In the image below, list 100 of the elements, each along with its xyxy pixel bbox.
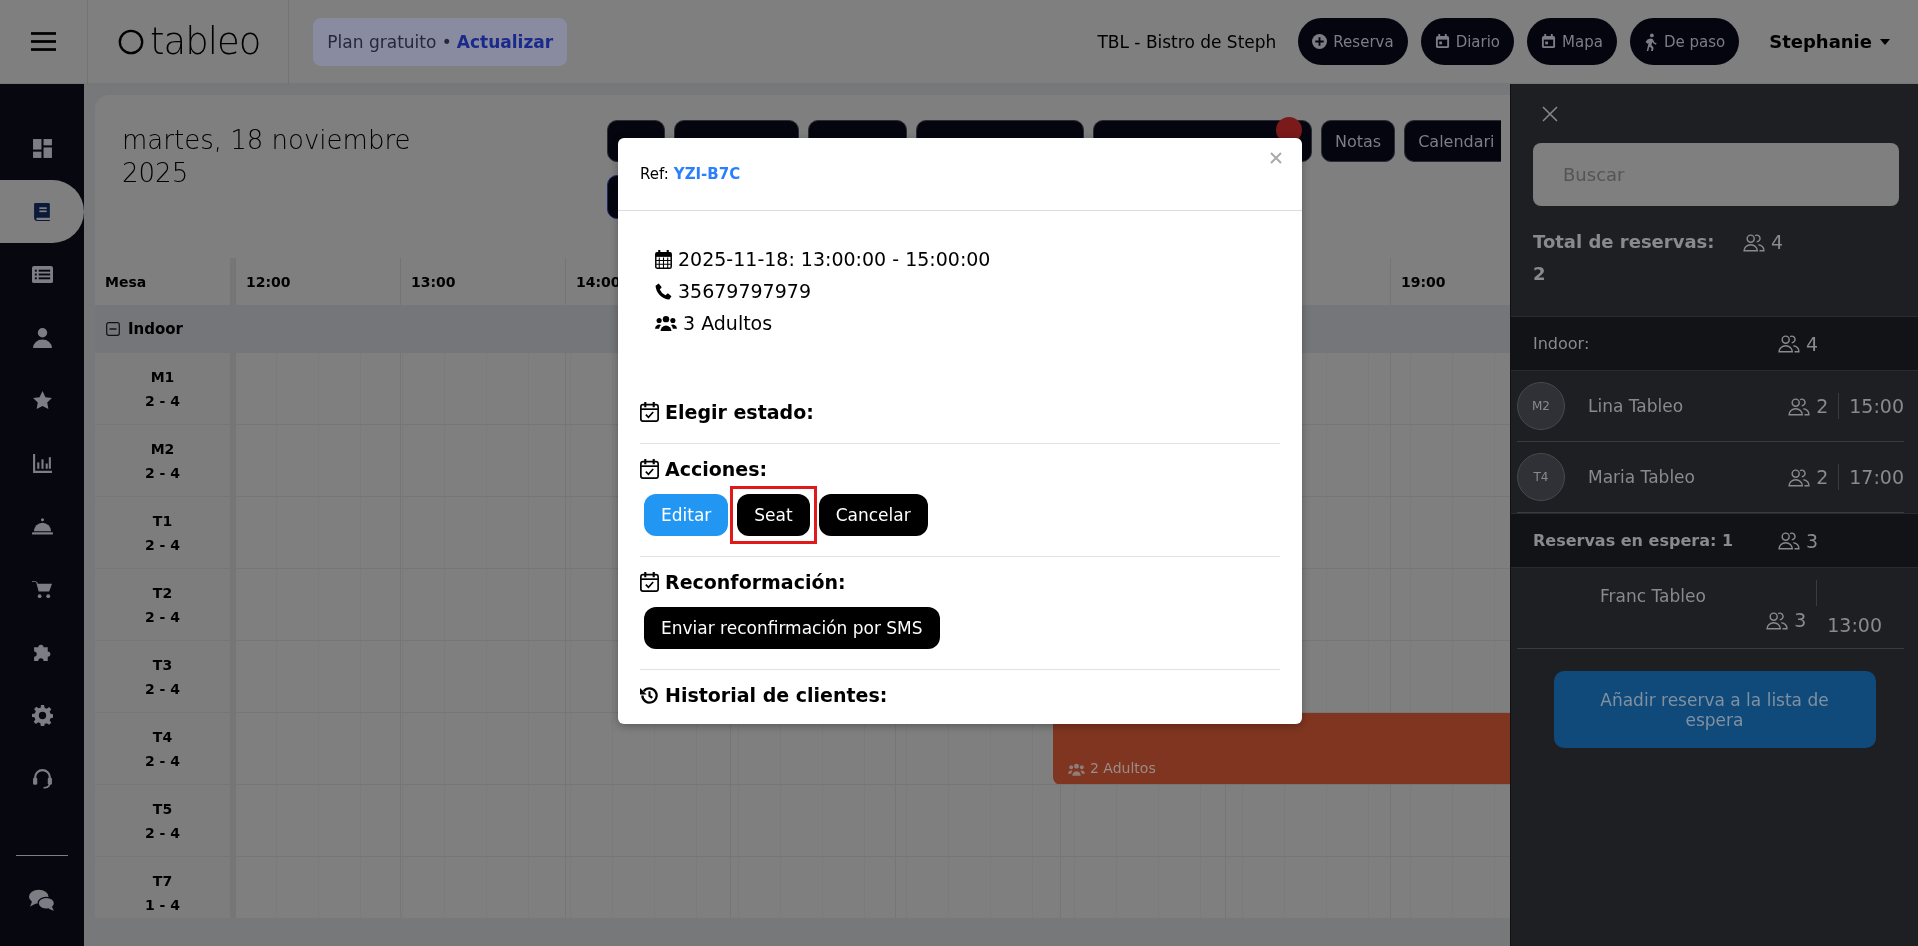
table-name: T5 — [152, 799, 173, 819]
party-size: 2 Adultos — [1090, 760, 1156, 776]
calendar-check-icon — [640, 572, 659, 592]
close-icon — [1542, 106, 1558, 122]
user-menu[interactable]: Stephanie — [1769, 31, 1890, 52]
guest-count: 4 — [1771, 231, 1784, 253]
plan-text: Plan gratuito • — [327, 31, 452, 52]
header-button[interactable]: Mapa — [1527, 18, 1617, 65]
users-icon — [1068, 763, 1085, 776]
calendar-icon — [1434, 34, 1450, 49]
hour-label: 12:00 — [246, 273, 291, 290]
guest-name: Maria Tableo — [1588, 467, 1696, 487]
people-icon — [1766, 610, 1789, 630]
caret-icon — [1880, 38, 1890, 45]
column-header: Mesa — [105, 273, 147, 290]
header-button[interactable]: Diario — [1420, 18, 1515, 65]
guest-count: 2 — [1816, 466, 1829, 488]
users-icon — [655, 314, 677, 332]
history-icon — [640, 685, 659, 705]
table-name: M2 — [150, 439, 175, 459]
walking-person-icon — [1643, 32, 1658, 51]
calendar-icon — [1541, 34, 1557, 49]
header-button[interactable]: Reserva — [1298, 18, 1408, 65]
section-title: Elegir estado: — [665, 401, 814, 423]
people-icon — [1788, 467, 1811, 487]
guest-count: 2 — [1816, 395, 1829, 417]
calendar-icon — [655, 249, 672, 269]
reservation-time: 13:00 — [1827, 614, 1882, 636]
guest-count: 4 — [1806, 332, 1819, 355]
logo-ring-icon — [118, 28, 144, 55]
total-reservations: Total de reservas: 2 — [1533, 230, 1716, 286]
reference-code[interactable]: YZI-B7C — [673, 165, 741, 183]
dashboard-icon — [31, 138, 53, 159]
hour-label: 19:00 — [1401, 273, 1446, 290]
people-icon — [1778, 334, 1800, 353]
cart-icon — [31, 579, 53, 600]
group-label[interactable]: Indoor — [128, 319, 183, 338]
people-icon — [1743, 232, 1765, 252]
header-button[interactable]: De paso — [1629, 18, 1740, 65]
table-capacity: 2 - 4 — [144, 679, 180, 699]
table-capacity: 2 - 4 — [144, 607, 180, 627]
reservation-detail: 3 Adultos — [683, 311, 773, 336]
guest-name: Franc Tableo — [1600, 585, 1707, 608]
reservation-time: 15:00 — [1849, 395, 1904, 417]
venue-name: TBL - Bistro de Steph — [1097, 31, 1277, 52]
hour-label: 13:00 — [411, 273, 456, 290]
table-avatar: M2 — [1517, 382, 1565, 430]
table-capacity: 1 - 4 — [144, 895, 180, 915]
menu-icon — [31, 32, 56, 51]
section-title: Reservas en espera: 1 — [1533, 531, 1735, 550]
table-name: T1 — [152, 511, 173, 531]
table-capacity: 2 - 4 — [144, 535, 180, 555]
reservation-time: 17:00 — [1849, 466, 1904, 488]
guest-name: Lina Tableo — [1588, 396, 1685, 416]
puzzle-icon — [31, 642, 53, 663]
reservation-detail: 35679797979 — [678, 279, 811, 304]
table-capacity: 2 - 4 — [144, 751, 180, 771]
action-button[interactable]: Cancelar — [818, 494, 928, 536]
brand-logo: tableo — [150, 20, 261, 63]
table-capacity: 2 - 4 — [144, 391, 180, 411]
table-capacity: 2 - 4 — [144, 823, 180, 843]
table-name: T7 — [152, 871, 173, 891]
star-icon — [31, 390, 53, 411]
people-icon — [1788, 396, 1811, 416]
reference-label: Ref: — [640, 165, 669, 183]
add-waitlist-button[interactable]: Añadir reserva a la lista de espera — [1553, 671, 1876, 748]
list-icon — [31, 264, 53, 285]
reservation-row[interactable]: M2 Lina Tableo 2 15:00 — [1517, 371, 1904, 442]
section-title: Acciones: — [665, 458, 768, 480]
reservation-row[interactable]: Franc Tableo 3 13:00 — [1517, 568, 1904, 649]
action-button[interactable]: Editar — [644, 494, 729, 536]
table-name: T3 — [152, 655, 173, 675]
section-title: Indoor: — [1533, 334, 1591, 353]
guest-count: 3 — [1794, 609, 1807, 631]
view-tab[interactable]: Calendari — [1404, 120, 1501, 162]
sidebar-item[interactable] — [0, 180, 84, 243]
table-name: T4 — [152, 727, 173, 747]
action-button[interactable]: Seat — [737, 494, 810, 536]
table-capacity: 2 - 4 — [144, 463, 180, 483]
calendar-check-icon — [640, 402, 659, 422]
service-bell-icon — [31, 516, 53, 537]
booking-block[interactable]: 2 Adultos — [1053, 713, 1510, 785]
collapse-icon[interactable] — [106, 321, 120, 336]
plus-circle-icon — [1312, 34, 1328, 49]
close-icon — [1270, 152, 1282, 164]
phone-icon — [655, 282, 672, 300]
guest-count: 3 — [1806, 529, 1819, 552]
book-icon — [31, 201, 53, 222]
table-name: T2 — [152, 583, 173, 603]
calendar-check-icon — [640, 459, 659, 479]
upgrade-link[interactable]: Actualizar — [456, 31, 554, 52]
view-tab[interactable]: Notas — [1321, 120, 1396, 162]
people-icon — [1778, 531, 1800, 550]
table-avatar: T4 — [1517, 453, 1565, 501]
date-title: martes, 18 noviembre 2025 — [122, 124, 412, 190]
bar-chart-icon — [31, 453, 53, 474]
table-name: M1 — [150, 367, 175, 387]
section-title: Historial de clientes: — [665, 684, 888, 706]
action-button[interactable]: Enviar reconfirmación por SMS — [644, 607, 940, 649]
headset-icon — [31, 768, 53, 789]
